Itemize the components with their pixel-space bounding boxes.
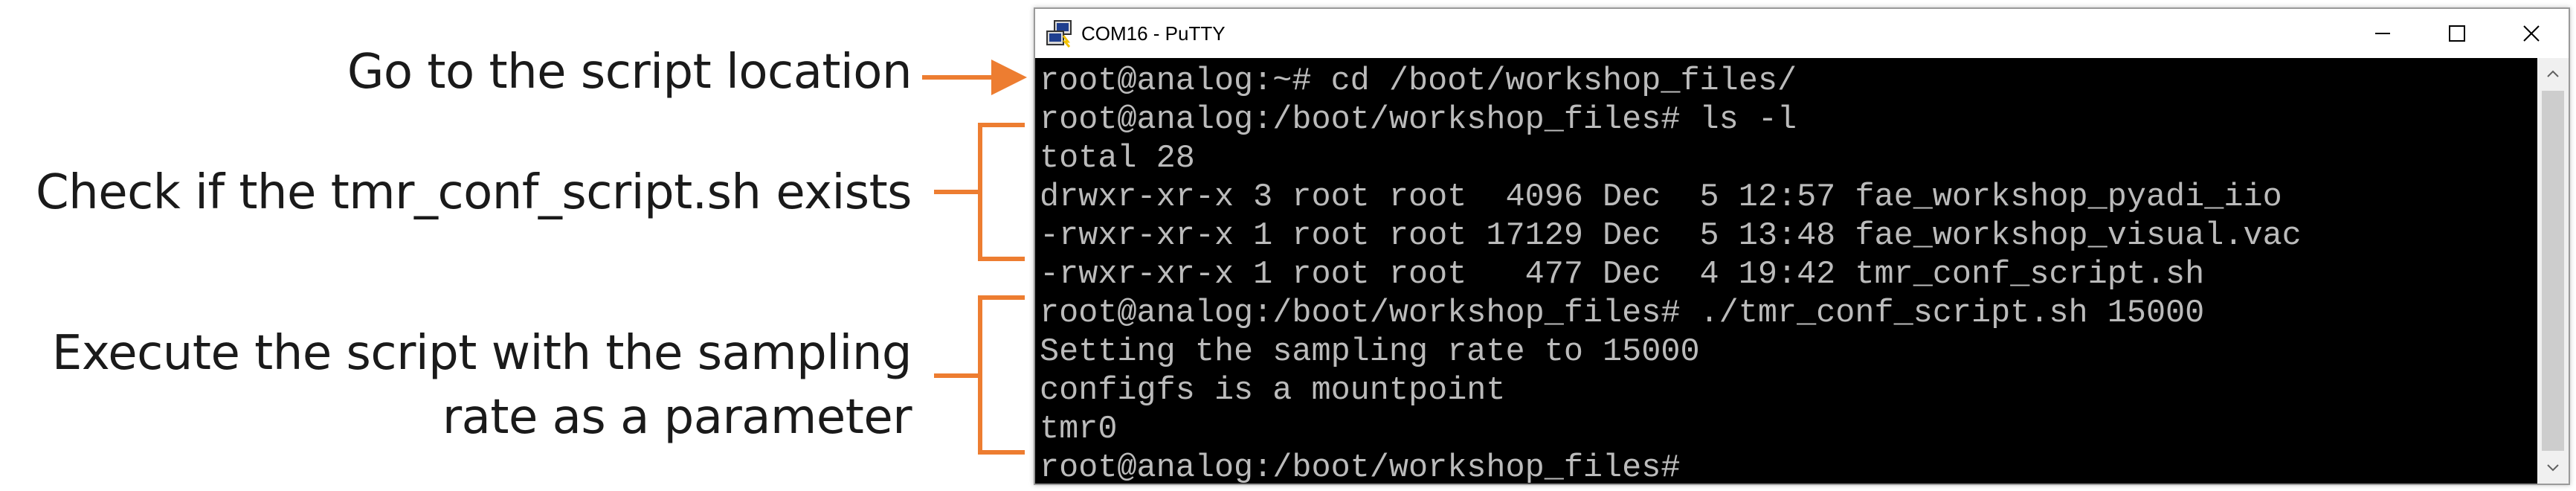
maximize-icon: [2449, 25, 2465, 42]
annotation-text-line-1: Execute the script with the sampling: [51, 326, 912, 381]
chevron-up-icon: [2547, 70, 2559, 77]
annotation-text: Check if the tmr_conf_script.sh exists: [35, 165, 912, 220]
bracket-ls-output: [934, 123, 1025, 261]
terminal-line: configfs is a mountpoint: [1040, 373, 1506, 409]
terminal-line: root@analog:~# cd /boot/workshop_files/: [1040, 63, 1797, 100]
minimize-button[interactable]: [2345, 9, 2420, 58]
maximize-button[interactable]: [2420, 9, 2494, 58]
terminal-line: drwxr-xr-x 3 root root 4096 Dec 5 12:57 …: [1040, 179, 2282, 216]
terminal-line: root@analog:/boot/workshop_files# ls -l: [1040, 102, 1797, 138]
close-button[interactable]: [2494, 9, 2569, 58]
terminal-line: tmr0: [1040, 411, 1118, 448]
annotation-text-line-2: rate as a parameter: [442, 390, 912, 445]
scroll-up-button[interactable]: [2537, 58, 2569, 89]
title-bar[interactable]: COM16 - PuTTY: [1035, 9, 2569, 58]
scroll-down-button[interactable]: [2537, 452, 2569, 484]
terminal-line: Setting the sampling rate to 15000: [1040, 334, 1700, 370]
minimize-icon: [2375, 33, 2390, 34]
annotation-check-script-exists: Check if the tmr_conf_script.sh exists: [36, 161, 912, 225]
vertical-scrollbar[interactable]: [2537, 58, 2569, 484]
close-icon: [2523, 25, 2540, 42]
scrollbar-thumb[interactable]: [2542, 91, 2564, 451]
annotation-text: Go to the script location: [347, 45, 912, 100]
chevron-down-icon: [2547, 464, 2559, 472]
bracket-script-output: [934, 295, 1025, 455]
annotation-go-to-script-location: Go to the script location: [347, 40, 912, 104]
terminal-line: -rwxr-xr-x 1 root root 477 Dec 4 19:42 t…: [1040, 257, 2205, 293]
terminal-line: root@analog:/boot/workshop_files# ./tmr_…: [1040, 295, 2205, 332]
putty-window: COM16 - PuTTY root@analog:~# cd /boot/wo…: [1034, 7, 2570, 485]
annotation-execute-script: Execute the script with the sampling rat…: [52, 321, 912, 449]
putty-icon[interactable]: [1046, 19, 1074, 48]
terminal-line: -rwxr-xr-x 1 root root 17129 Dec 5 13:48…: [1040, 218, 2302, 254]
terminal-output[interactable]: root@analog:~# cd /boot/workshop_files/ …: [1035, 58, 2537, 484]
terminal-line: total 28: [1040, 141, 1195, 177]
window-title: COM16 - PuTTY: [1081, 22, 1226, 45]
terminal-line: root@analog:/boot/workshop_files#: [1040, 450, 1700, 484]
